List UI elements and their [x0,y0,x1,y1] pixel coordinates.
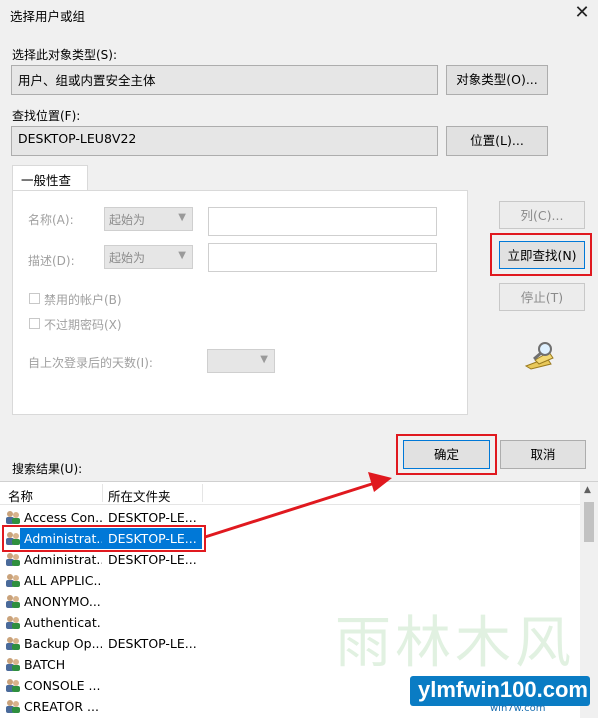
watermark-text: 雨林木风 [335,611,575,676]
watermark-site: ylmfwin100.com [418,677,588,702]
watermark-sub: win7w.com [490,703,546,714]
